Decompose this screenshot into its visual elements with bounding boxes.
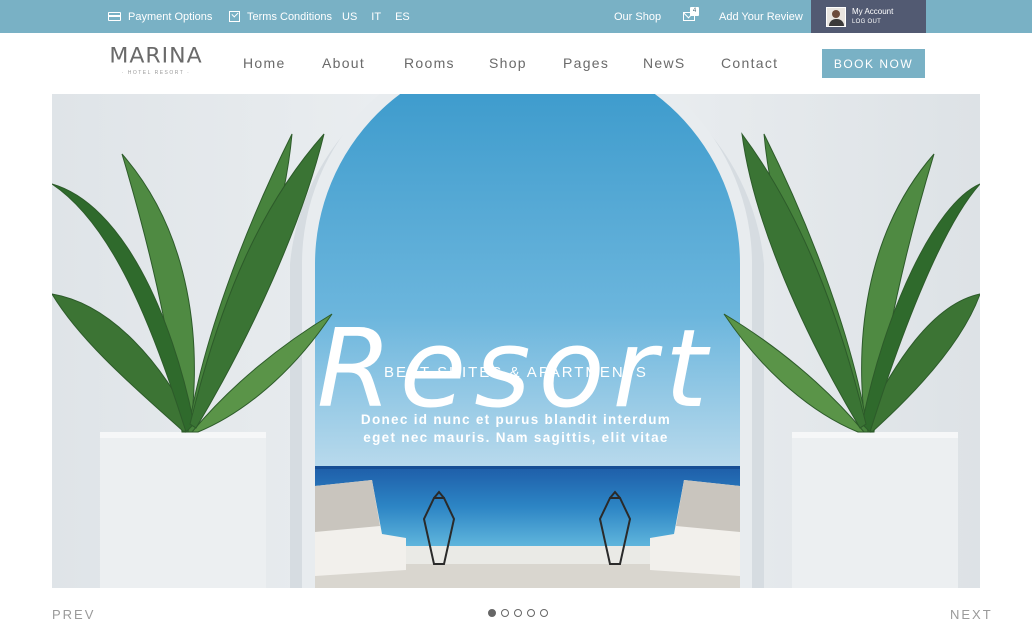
hero-slider: Resort BEST SUITES & APARTMENTS Donec id… <box>52 94 980 588</box>
slide-dot-1[interactable] <box>488 609 496 617</box>
logo-subtitle: · HOTEL RESORT · <box>121 70 191 76</box>
next-slide-button[interactable]: NEXT <box>950 607 993 622</box>
our-shop-label: Our Shop <box>614 10 662 23</box>
language-switcher: US IT ES <box>342 0 424 33</box>
hero-description-line-2: eget nec mauris. Nam sagittis, elit vita… <box>363 430 669 445</box>
nav-news[interactable]: NewS <box>643 55 686 71</box>
nav-home[interactable]: Home <box>243 55 286 71</box>
nav-about[interactable]: About <box>322 55 365 71</box>
hero-description: Donec id nunc et purus blandit interdum … <box>52 411 980 447</box>
logo-name: MARINA <box>109 44 203 69</box>
lang-us[interactable]: US <box>342 11 357 23</box>
site-logo[interactable]: MARINA · HOTEL RESORT · <box>108 44 204 76</box>
slide-dot-5[interactable] <box>540 609 548 617</box>
terms-conditions-link[interactable]: Terms Conditions <box>229 0 332 33</box>
my-account-label: My Account <box>852 6 894 16</box>
nav-rooms[interactable]: Rooms <box>404 55 455 71</box>
nav-pages[interactable]: Pages <box>563 55 609 71</box>
top-bar: Payment Options Terms Conditions US IT E… <box>0 0 1032 33</box>
lang-es[interactable]: ES <box>395 11 410 23</box>
payment-options-link[interactable]: Payment Options <box>108 0 212 33</box>
slide-dot-2[interactable] <box>501 609 509 617</box>
slide-dot-4[interactable] <box>527 609 535 617</box>
nav-shop[interactable]: Shop <box>489 55 527 71</box>
slider-pagination <box>488 609 548 617</box>
book-now-button[interactable]: BOOK NOW <box>822 49 925 78</box>
my-account-button[interactable]: My Account LOG OUT <box>811 0 926 33</box>
our-shop-link[interactable]: Our Shop <box>614 0 661 33</box>
credit-card-icon <box>108 12 121 21</box>
hero-subtitle: BEST SUITES & APARTMENTS <box>384 364 648 381</box>
add-review-label: Add Your Review <box>719 10 803 23</box>
checkbox-icon <box>229 11 240 22</box>
nav-contact[interactable]: Contact <box>721 55 778 71</box>
mail-button[interactable] <box>683 0 702 33</box>
hero-description-line-1: Donec id nunc et purus blandit interdum <box>360 412 672 427</box>
add-review-link[interactable]: Add Your Review <box>719 0 803 33</box>
slide-dot-3[interactable] <box>514 609 522 617</box>
terms-label: Terms Conditions <box>247 10 332 23</box>
logout-link[interactable]: LOG OUT <box>852 17 893 28</box>
prev-slide-button[interactable]: PREV <box>52 607 95 622</box>
lang-it[interactable]: IT <box>371 11 381 23</box>
avatar <box>826 6 846 27</box>
payment-options-label: Payment Options <box>128 10 213 23</box>
mail-count-badge: 4 <box>690 7 699 16</box>
